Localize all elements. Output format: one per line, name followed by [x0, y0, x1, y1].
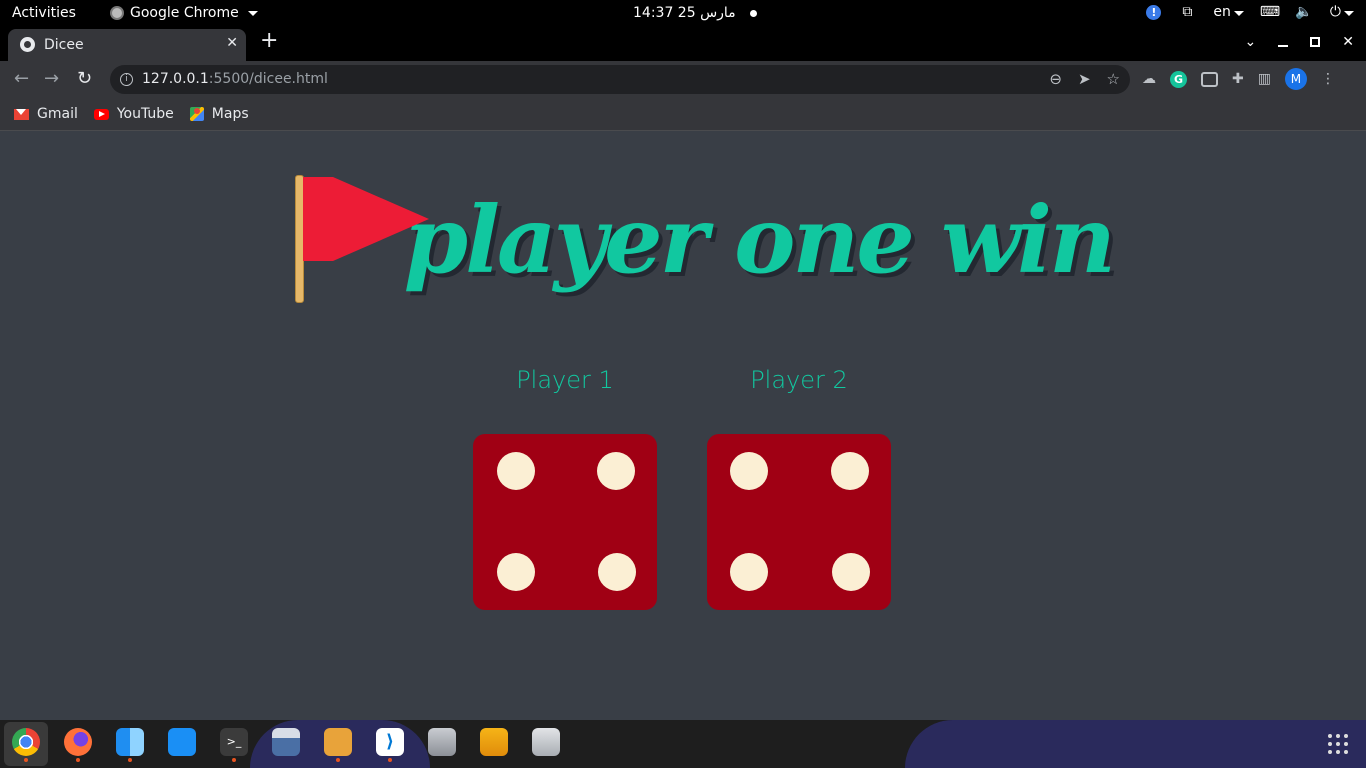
chevron-down-icon — [1233, 11, 1244, 16]
clock[interactable]: 14:37 25 مارس — [633, 5, 757, 21]
youtube-icon — [93, 108, 109, 120]
bookmark-star-icon[interactable]: ☆ — [1107, 70, 1120, 88]
dock: >_ ⟩ — [0, 720, 1366, 768]
chrome-icon[interactable] — [12, 728, 40, 762]
back-icon[interactable]: ← — [14, 70, 29, 88]
screen-share-icon[interactable]: ⧉ — [1179, 4, 1195, 20]
app-menu-label: Google Chrome — [130, 5, 239, 21]
player-2: Player 2 — [707, 360, 891, 610]
minimize-icon[interactable] — [1278, 45, 1289, 47]
bookmark-youtube[interactable]: YouTube — [93, 106, 174, 122]
firefox-icon[interactable] — [64, 728, 92, 762]
new-tab-button[interactable]: + — [260, 30, 278, 52]
bookmark-label: Gmail — [37, 106, 78, 122]
player-label: Player 2 — [750, 366, 848, 394]
site-info-icon[interactable]: i — [120, 73, 133, 86]
app-store-icon[interactable] — [168, 728, 196, 756]
chevron-down-icon — [247, 10, 258, 16]
die-player-1 — [473, 434, 657, 610]
bookmarks-bar: Gmail YouTube Maps — [0, 98, 1366, 131]
extension-box-icon[interactable] — [1201, 71, 1218, 87]
reload-icon[interactable]: ↻ — [77, 70, 92, 88]
bookmark-gmail[interactable]: Gmail — [14, 106, 78, 122]
forward-icon[interactable]: → — [44, 70, 59, 88]
language-label: en — [1213, 4, 1231, 20]
close-tab-icon[interactable]: ✕ — [226, 35, 238, 51]
files-icon[interactable] — [480, 728, 508, 756]
usb-drive-icon[interactable] — [532, 728, 560, 756]
update-notifier-icon[interactable]: ! — [1146, 4, 1162, 20]
url-path: :5500/dicee.html — [208, 71, 328, 87]
die-pip — [497, 553, 535, 591]
red-flag-icon — [293, 175, 429, 305]
die-player-2 — [707, 434, 891, 610]
die-pip — [730, 452, 768, 490]
side-panel-icon[interactable]: ▥ — [1258, 71, 1271, 87]
die-pip — [832, 553, 870, 591]
maps-icon — [189, 107, 204, 121]
bookmark-maps[interactable]: Maps — [189, 106, 249, 122]
screenshot-icon[interactable] — [272, 728, 300, 756]
send-icon[interactable]: ➤ — [1078, 70, 1091, 88]
player-1: Player 1 — [473, 360, 657, 610]
show-applications-icon[interactable] — [1328, 734, 1348, 754]
bookmark-label: YouTube — [116, 106, 174, 122]
keyboard-icon[interactable]: ⌨ — [1260, 4, 1280, 20]
notification-dot-icon — [749, 9, 757, 17]
tab-dicee[interactable]: Dicee ✕ — [8, 29, 246, 61]
avatar[interactable]: M — [1284, 68, 1307, 90]
more-menu-icon[interactable]: ⋮ — [1321, 71, 1335, 87]
window-controls: ⌄ ✕ — [1245, 34, 1354, 50]
chrome-small-icon — [110, 6, 124, 20]
tab-title: Dicee — [44, 37, 84, 53]
close-window-icon[interactable]: ✕ — [1342, 34, 1354, 50]
language-selector[interactable]: en — [1213, 4, 1244, 20]
die-pip — [597, 452, 635, 490]
clock-label: 14:37 25 مارس — [633, 5, 736, 21]
die-pip — [497, 452, 535, 490]
page-title: player one win — [403, 186, 1116, 294]
players-row: Player 1 Player 2 — [473, 360, 891, 610]
power-icon: ⏻ — [1329, 4, 1341, 20]
system-tray: ! ⧉ en ⌨ 🔈 ⏻ — [1146, 4, 1354, 20]
drive-icon[interactable] — [428, 728, 456, 756]
restore-icon[interactable] — [1310, 37, 1321, 47]
url-host: 127.0.0.1 — [142, 71, 209, 87]
bookmark-label: Maps — [211, 106, 249, 122]
tab-search-icon[interactable]: ⌄ — [1245, 34, 1257, 50]
system-top-bar: Activities Google Chrome 14:37 25 مارس !… — [0, 0, 1366, 27]
extension-cloud-icon[interactable]: ☁ — [1142, 71, 1156, 87]
terminal-icon[interactable]: >_ — [220, 728, 248, 762]
result-heading: player one win — [293, 170, 1116, 310]
finder-icon[interactable] — [116, 728, 144, 762]
vscode-icon[interactable]: ⟩ — [376, 728, 404, 762]
archive-icon[interactable] — [324, 728, 352, 762]
die-pip — [831, 452, 869, 490]
app-menu[interactable]: Google Chrome — [110, 5, 258, 21]
activities-button[interactable]: Activities — [12, 5, 76, 21]
volume-icon[interactable]: 🔈 — [1295, 4, 1312, 20]
url-text[interactable]: 127.0.0.1:5500/dicee.html — [142, 71, 328, 87]
address-bar[interactable]: i 127.0.0.1:5500/dicee.html ⊖ ➤ ☆ — [110, 65, 1130, 94]
power-menu[interactable]: ⏻ — [1330, 4, 1354, 20]
globe-icon — [20, 37, 35, 52]
zoom-icon[interactable]: ⊖ — [1049, 70, 1062, 88]
gmail-icon — [14, 108, 29, 120]
extensions-area: ☁ G ✚ ▥ M ⋮ — [1142, 68, 1335, 90]
page-content: player one win Player 1 Player 2 — [0, 132, 1366, 720]
puzzle-extensions-icon[interactable]: ✚ — [1232, 71, 1244, 87]
die-pip — [730, 553, 768, 591]
tab-strip: Dicee ✕ — [0, 27, 1366, 61]
chevron-down-icon — [1344, 11, 1354, 16]
player-label: Player 1 — [516, 366, 614, 394]
grammarly-icon[interactable]: G — [1170, 70, 1187, 88]
die-pip — [598, 553, 636, 591]
